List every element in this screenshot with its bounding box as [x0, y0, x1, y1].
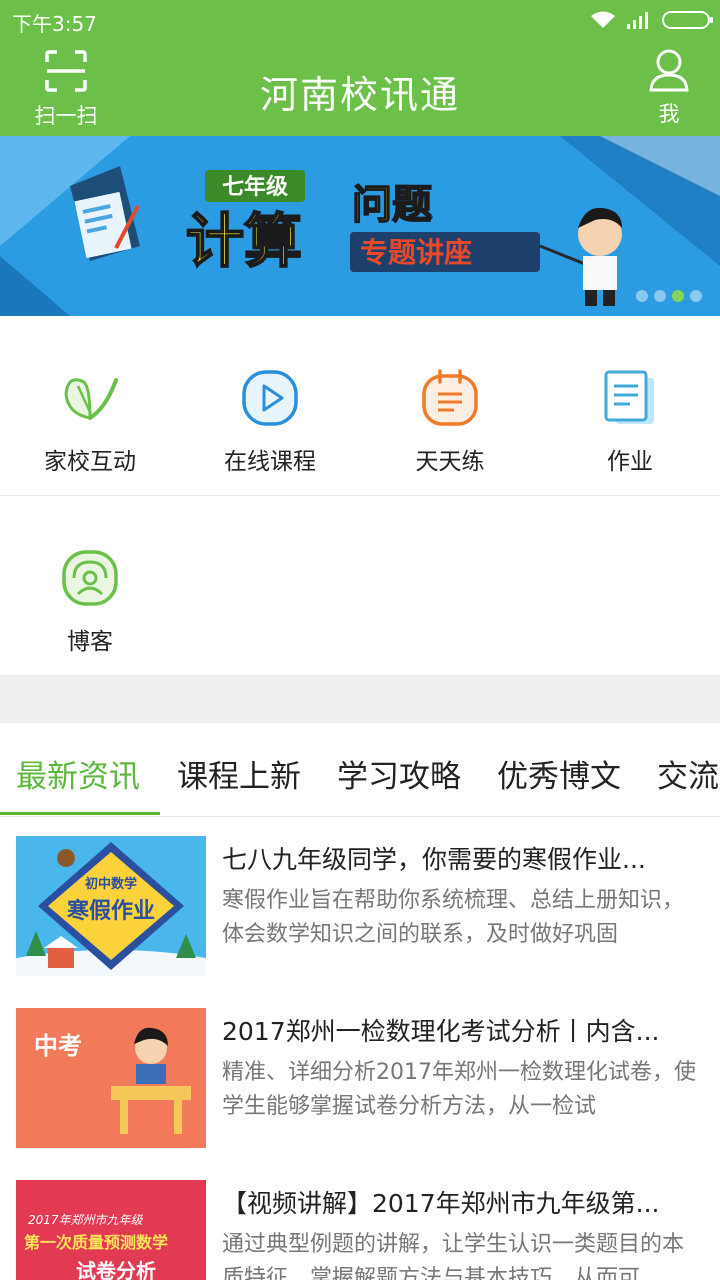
news-thumbnail: 2017年郑州市九年级 第一次质量预测数学 试卷分析 — [16, 1180, 206, 1280]
status-icons — [590, 8, 713, 32]
news-description: 通过典型例题的讲解，让学生认识一类题目的本质特征，掌握解题方法与基本技巧，从而可 — [222, 1232, 685, 1280]
feature-home-school[interactable]: 家校互动 — [0, 368, 180, 476]
status-bar: 下午3:57 — [0, 0, 720, 40]
news-thumbnail: 中考 — [16, 1008, 206, 1148]
me-label: 我 — [658, 102, 680, 126]
thumb-sub-text: 试卷分析 — [76, 1259, 156, 1280]
feature-online-course[interactable]: 在线课程 — [180, 368, 360, 476]
news-description: 精准、详细分析2017年郑州一检数理化试卷，使学生能够掌握试卷分析方法，从一检试 — [222, 1060, 696, 1119]
thumb-main-text: 中考 — [34, 1032, 82, 1060]
banner-grade-tag: 七年级 — [222, 174, 288, 200]
banner-dot[interactable] — [672, 290, 684, 302]
feature-homework[interactable]: 作业 — [540, 368, 720, 476]
thumb-top-text: 2017年郑州市九年级 — [28, 1213, 144, 1227]
news-title: 【视频讲解】2017年郑州市九年级第... — [222, 1189, 660, 1218]
thumb-main-text: 寒假作业 — [67, 898, 155, 924]
news-thumbnail: 初中数学 寒假作业 — [16, 836, 206, 976]
grid-divider — [0, 495, 720, 496]
active-tab-indicator — [0, 812, 160, 815]
news-tabs: 最新资讯 课程上新 学习攻略 优秀博文 交流 — [0, 723, 720, 817]
thumb-top-text: 初中数学 — [85, 876, 137, 892]
feature-label: 作业 — [607, 449, 653, 475]
tab-exchange[interactable]: 交流 — [657, 751, 719, 796]
section-separator — [0, 675, 720, 723]
battery-icon — [662, 11, 713, 29]
feature-label: 在线课程 — [224, 449, 316, 475]
feature-grid-row-2: 博客 — [0, 548, 720, 656]
app-bar: 扫一扫 河南校讯通 我 — [0, 40, 720, 136]
status-time: 下午3:57 — [12, 12, 97, 36]
banner-dot[interactable] — [636, 290, 648, 302]
play-icon — [242, 370, 298, 426]
news-title: 2017郑州一检数理化考试分析丨内含... — [222, 1017, 660, 1046]
feature-grid-row-1: 家校互动 在线课程 天天练 作业 — [0, 368, 720, 476]
banner-big-text-2: 问题 — [352, 182, 432, 228]
user-icon — [649, 49, 689, 92]
calendar-icon — [422, 369, 478, 426]
news-description: 寒假作业旨在帮助你系统梳理、总结上册知识，体会数学知识之间的联系，及时做好巩固 — [222, 888, 685, 947]
feature-label: 家校互动 — [44, 449, 136, 475]
feature-label: 博客 — [67, 629, 113, 655]
banner-sub-text: 专题讲座 — [360, 236, 472, 269]
promo-banner[interactable]: 七年级 计算 问题 专题讲座 — [0, 136, 720, 316]
banner-pagination — [636, 290, 702, 302]
tab-featured-blogs[interactable]: 优秀博文 — [497, 751, 621, 796]
app-title: 河南校讯通 — [259, 73, 460, 117]
thumb-main-text: 第一次质量预测数学 — [24, 1233, 168, 1252]
banner-dot[interactable] — [690, 290, 702, 302]
feature-blog[interactable]: 博客 — [0, 548, 180, 656]
banner-artwork: 七年级 计算 问题 专题讲座 — [0, 136, 720, 316]
banner-big-text: 计算 — [186, 207, 302, 275]
tab-latest-news[interactable]: 最新资讯 — [16, 751, 140, 796]
tab-study-tips[interactable]: 学习攻略 — [337, 751, 461, 796]
me-button[interactable]: 我 — [634, 48, 704, 128]
feature-daily-practice[interactable]: 天天练 — [360, 368, 540, 476]
banner-dot[interactable] — [654, 290, 666, 302]
news-item[interactable]: 中考 2017郑州一检数理化考试分析丨内含... 精准、详细分析2017年郑州一… — [0, 1008, 720, 1158]
blog-icon — [62, 550, 118, 606]
wifi-icon — [591, 11, 615, 28]
feature-label: 天天练 — [415, 449, 485, 475]
butterfly-icon — [64, 378, 118, 420]
tab-new-courses[interactable]: 课程上新 — [177, 751, 301, 796]
news-item[interactable]: 初中数学 寒假作业 七八九年级同学，你需要的寒假作业... 寒假作业旨在帮助你系… — [0, 836, 720, 986]
news-title: 七八九年级同学，你需要的寒假作业... — [222, 845, 646, 874]
news-item[interactable]: 2017年郑州市九年级 第一次质量预测数学 试卷分析 【视频讲解】2017年郑州… — [0, 1180, 720, 1280]
document-icon — [604, 370, 654, 424]
signal-icon — [627, 12, 648, 29]
